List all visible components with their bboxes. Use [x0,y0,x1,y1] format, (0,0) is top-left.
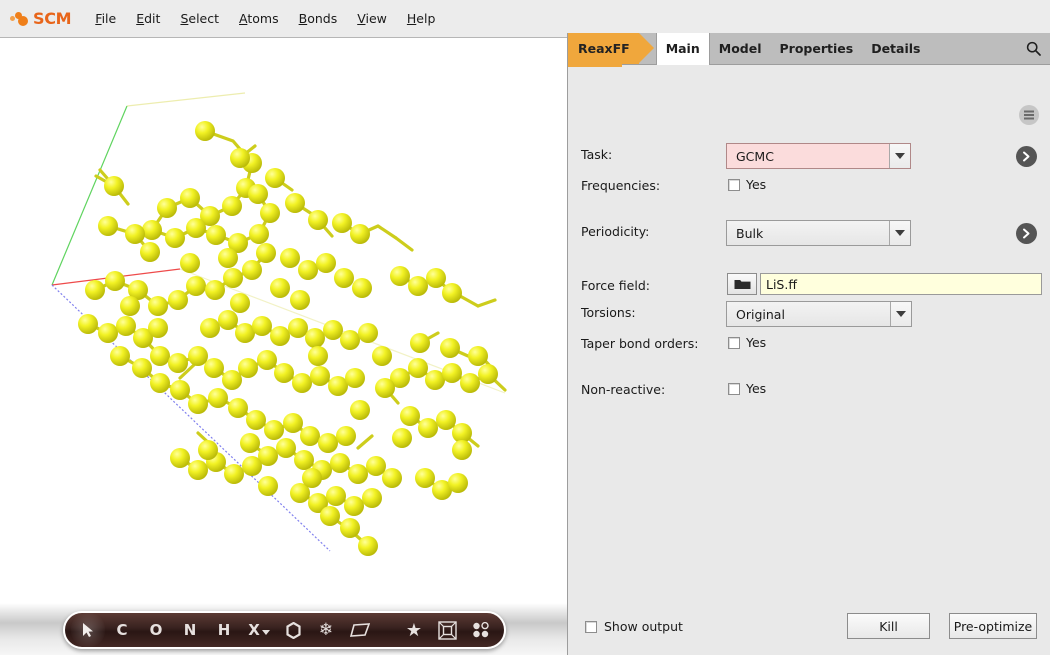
panel-menu-button[interactable] [1019,105,1039,125]
pre-optimize-button[interactable]: Pre-optimize [949,613,1037,639]
scm-logo-text: SCM [33,9,71,28]
unit-cell-box-icon [438,621,457,640]
atom-tool-palette[interactable]: C O N H X ❄ ★ [63,611,506,649]
molecule-render [0,38,567,603]
task-dropdown[interactable]: GCMC [726,143,911,169]
torsions-value: Original [727,302,890,326]
torsions-dropdown[interactable]: Original [726,301,912,327]
non-reactive-label: Non-reactive: [581,382,665,397]
force-field-label: Force field: [581,278,650,293]
menu-help[interactable]: Help [397,8,446,29]
menu-file[interactable]: File [85,8,126,29]
molecule-viewport[interactable] [0,38,567,603]
bond-dots-tool[interactable] [464,613,498,647]
chevron-right-icon [1022,228,1031,239]
chevron-down-icon [895,230,905,236]
task-dropdown-arrow[interactable] [889,144,910,168]
periodicity-label: Periodicity: [581,224,649,239]
menu-bonds[interactable]: Bonds [289,8,348,29]
chevron-down-icon [896,311,906,317]
force-field-browse-button[interactable] [727,273,757,295]
module-tab-reaxff[interactable]: ReaxFF [568,33,639,64]
periodicity-dropdown-arrow[interactable] [889,221,910,245]
oxygen-tool[interactable]: O [139,613,173,647]
cursor-arrow-icon [81,622,95,638]
panel-tab-bar: ReaxFF Main Model Properties Details [568,33,1050,65]
non-reactive-checkbox-label: Yes [746,381,766,396]
element-picker-label: X [248,621,260,639]
unit-cell-tool[interactable] [430,613,464,647]
reaxff-settings-panel: ReaxFF Main Model Properties Details Tas… [567,33,1050,655]
periodicity-value: Bulk [727,221,889,245]
torsions-dropdown-arrow[interactable] [890,302,911,326]
four-dots-icon [472,622,490,638]
menu-items: File Edit Select Atoms Bonds View Help [85,8,445,29]
chevron-down-icon [895,153,905,159]
tab-details[interactable]: Details [862,33,929,64]
hamburger-icon [1024,114,1034,116]
search-icon [1026,41,1041,56]
frequencies-checkbox-label: Yes [746,177,766,192]
module-tab-underline [568,64,622,67]
parallelogram-plane-icon [350,623,370,637]
menu-view[interactable]: View [347,8,397,29]
non-reactive-checkbox-row[interactable]: Yes [728,381,766,396]
scm-logo-dots-icon [10,10,32,28]
plane-tool[interactable] [343,613,377,647]
frequencies-checkbox[interactable] [728,179,740,191]
tab-properties[interactable]: Properties [771,33,863,64]
tab-model[interactable]: Model [710,33,771,64]
kill-button[interactable]: Kill [847,613,930,639]
non-reactive-checkbox[interactable] [728,383,740,395]
application-window: SCM File Edit Select Atoms Bonds View He… [0,0,1050,655]
task-value: GCMC [727,144,889,168]
panel-action-bar: Show output Kill Pre-optimize [568,607,1050,655]
ring-tool[interactable] [277,613,309,647]
select-cursor-tool[interactable] [71,613,105,647]
folder-icon [734,278,751,290]
favorites-tool[interactable]: ★ [398,613,430,647]
panel-search-button[interactable] [1016,33,1050,64]
taper-bond-orders-checkbox-label: Yes [746,335,766,350]
scm-logo: SCM [10,7,71,31]
tab-main[interactable]: Main [656,33,710,65]
menu-select[interactable]: Select [170,8,229,29]
crystal-tool[interactable]: ❄ [309,613,343,647]
menu-edit[interactable]: Edit [126,8,170,29]
taper-bond-orders-label: Taper bond orders: [581,336,698,351]
carbon-tool[interactable]: C [105,613,139,647]
periodicity-expand-button[interactable] [1016,223,1037,244]
hydrogen-tool[interactable]: H [207,613,241,647]
task-label: Task: [581,147,612,162]
show-output-checkbox[interactable] [585,621,597,633]
menu-atoms[interactable]: Atoms [229,8,289,29]
element-picker-tool[interactable]: X [241,613,277,647]
task-expand-button[interactable] [1016,146,1037,167]
periodicity-dropdown[interactable]: Bulk [726,220,911,246]
force-field-input[interactable]: LiS.ff [760,273,1042,295]
chevron-down-icon [262,630,270,635]
torsions-label: Torsions: [581,305,636,320]
tab-bar-filler [929,33,1016,64]
show-output-label: Show output [604,619,683,634]
taper-bond-orders-checkbox-row[interactable]: Yes [728,335,766,350]
show-output-row[interactable]: Show output [585,619,683,634]
taper-bond-orders-checkbox[interactable] [728,337,740,349]
chevron-right-icon [1022,151,1031,162]
hexagon-ring-icon [285,622,302,639]
nitrogen-tool[interactable]: N [173,613,207,647]
frequencies-label: Frequencies: [581,178,660,193]
frequencies-checkbox-row[interactable]: Yes [728,177,766,192]
